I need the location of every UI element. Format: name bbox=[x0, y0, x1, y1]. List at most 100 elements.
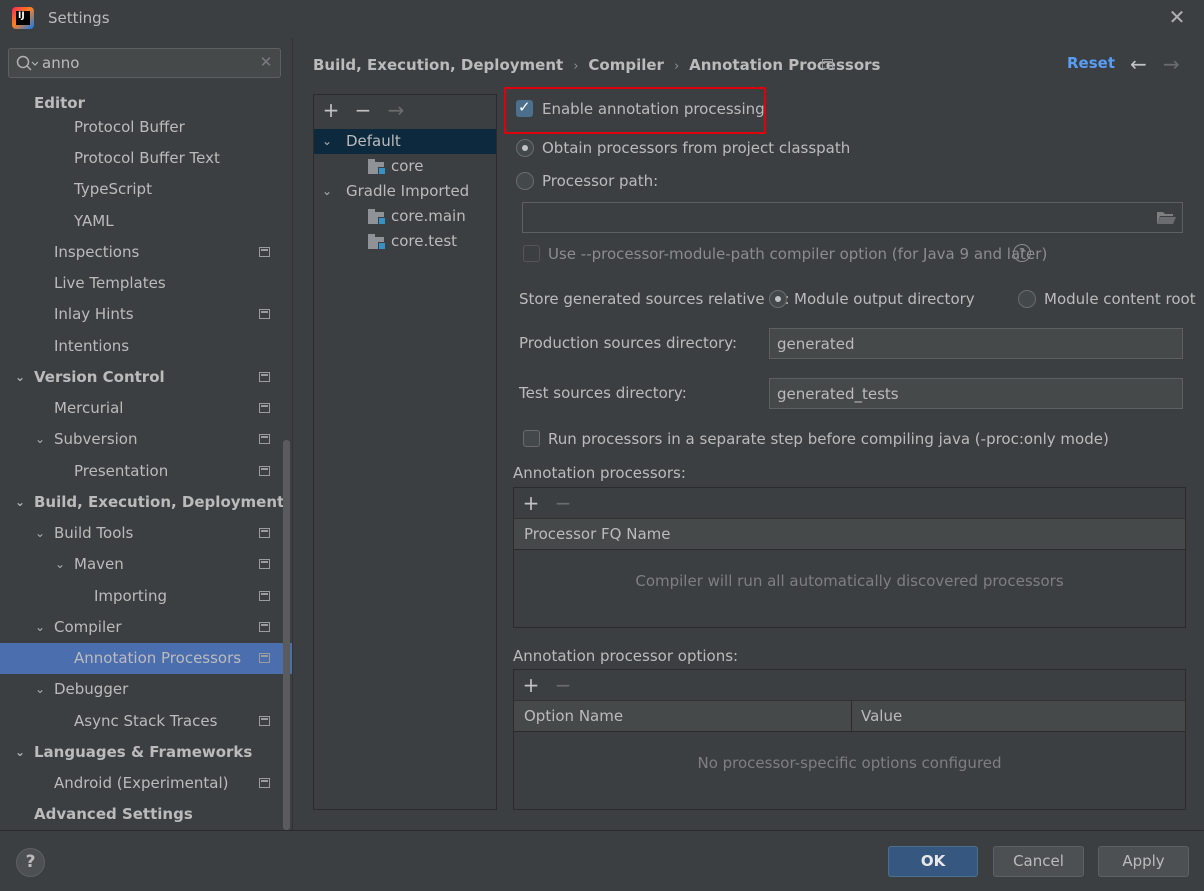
tree-item-android-experimental[interactable]: Android (Experimental) bbox=[0, 768, 292, 799]
tree-item-async-stack-traces[interactable]: Async Stack Traces bbox=[0, 706, 292, 737]
tree-item-advanced-settings[interactable]: Advanced Settings bbox=[0, 799, 292, 830]
tree-item-debugger[interactable]: ⌄ Debugger bbox=[0, 674, 292, 705]
tree-item-typescript[interactable]: TypeScript bbox=[0, 174, 292, 205]
remove-profile-icon[interactable]: − bbox=[351, 97, 375, 123]
help-question-icon[interactable]: ? bbox=[1013, 244, 1031, 262]
obtain-from-classpath-label[interactable]: Obtain processors from project classpath bbox=[542, 139, 850, 157]
cancel-button[interactable]: Cancel bbox=[993, 846, 1084, 877]
module-content-root-label[interactable]: Module content root bbox=[1044, 290, 1196, 308]
module-output-directory-radio[interactable] bbox=[769, 290, 787, 308]
module-output-directory-label[interactable]: Module output directory bbox=[794, 290, 975, 308]
tree-item-inspections[interactable]: Inspections bbox=[0, 237, 292, 268]
column-option-name[interactable]: Option Name bbox=[524, 701, 623, 732]
processor-path-label[interactable]: Processor path: bbox=[542, 172, 658, 190]
project-scope-icon bbox=[259, 528, 270, 538]
breadcrumb-compiler[interactable]: Compiler bbox=[588, 54, 664, 76]
tree-item-protocol-buffer[interactable]: Protocol Buffer bbox=[0, 112, 292, 143]
back-arrow-icon[interactable]: ← bbox=[1130, 52, 1147, 76]
tree-item-maven[interactable]: ⌄ Maven bbox=[0, 549, 292, 580]
run-separate-step-label[interactable]: Run processors in a separate step before… bbox=[548, 430, 1109, 448]
close-window-icon[interactable]: ✕ bbox=[1166, 6, 1188, 28]
profiles-panel: + − → ⌄ Default core ⌄ Gradle Imported c… bbox=[313, 94, 497, 810]
project-scope-icon bbox=[259, 247, 270, 257]
breadcrumb-separator: › bbox=[673, 59, 680, 74]
tree-item-importing[interactable]: Importing bbox=[0, 581, 292, 612]
pane-divider[interactable] bbox=[292, 38, 293, 830]
chevron-down-icon[interactable]: ⌄ bbox=[52, 549, 68, 580]
tree-item-mercurial[interactable]: Mercurial bbox=[0, 393, 292, 424]
tree-item-presentation[interactable]: Presentation bbox=[0, 456, 292, 487]
tree-item-live-templates[interactable]: Live Templates bbox=[0, 268, 292, 299]
breadcrumb-separator: › bbox=[573, 59, 579, 74]
tree-item-subversion[interactable]: ⌄ Subversion bbox=[0, 424, 292, 455]
profile-default[interactable]: ⌄ Default bbox=[314, 129, 496, 154]
annotation-processors-toolbar: + − bbox=[514, 488, 1185, 519]
clear-search-icon[interactable]: ✕ bbox=[257, 53, 275, 73]
add-profile-icon[interactable]: + bbox=[319, 97, 343, 123]
module-folder-icon bbox=[368, 159, 386, 175]
move-profile-icon: → bbox=[387, 98, 405, 122]
chevron-down-icon[interactable]: ⌄ bbox=[12, 487, 28, 518]
tree-item-label: YAML bbox=[74, 212, 114, 230]
breadcrumb-annotation-processors: Annotation Processors bbox=[689, 56, 881, 74]
search-input[interactable] bbox=[42, 53, 252, 73]
run-separate-step-checkbox[interactable] bbox=[523, 430, 540, 447]
production-sources-input[interactable] bbox=[769, 328, 1183, 359]
chevron-down-icon[interactable]: ⌄ bbox=[322, 179, 332, 204]
tree-item-label: Maven bbox=[74, 555, 124, 573]
project-scope-icon bbox=[259, 591, 270, 601]
tree-item-label: Annotation Processors bbox=[74, 649, 242, 667]
ok-button[interactable]: OK bbox=[888, 846, 978, 877]
add-option-icon[interactable]: + bbox=[519, 672, 543, 698]
chevron-down-icon[interactable]: ⌄ bbox=[32, 612, 48, 643]
reset-link[interactable]: Reset bbox=[1067, 54, 1115, 72]
tree-item-languages-frameworks[interactable]: ⌄ Languages & Frameworks bbox=[0, 737, 292, 768]
tree-item-label: Build Tools bbox=[54, 524, 134, 542]
tree-item-protocol-buffer-text[interactable]: Protocol Buffer Text bbox=[0, 143, 292, 174]
project-scope-icon bbox=[259, 778, 270, 788]
profile-module-core-test[interactable]: core.test bbox=[314, 229, 496, 254]
column-processor-fq-name[interactable]: Processor FQ Name bbox=[524, 519, 670, 550]
breadcrumb-build-execution-deployment[interactable]: Build, Execution, Deployment bbox=[313, 54, 563, 76]
column-separator[interactable] bbox=[851, 701, 852, 732]
tree-item-label: Subversion bbox=[54, 430, 138, 448]
settings-search-box[interactable]: ✕ bbox=[8, 48, 281, 78]
add-processor-icon[interactable]: + bbox=[519, 490, 543, 516]
search-icon bbox=[16, 55, 38, 71]
tree-item-yaml[interactable]: YAML bbox=[0, 206, 292, 237]
profile-module-core[interactable]: core bbox=[314, 154, 496, 179]
help-button[interactable]: ? bbox=[16, 848, 45, 877]
chevron-down-icon[interactable]: ⌄ bbox=[12, 362, 28, 393]
enable-annotation-processing-checkbox[interactable] bbox=[516, 98, 533, 117]
use-module-path-label: Use --processor-module-path compiler opt… bbox=[548, 245, 1048, 263]
test-sources-input[interactable] bbox=[769, 378, 1183, 409]
tree-item-version-control[interactable]: ⌄ Version Control bbox=[0, 362, 292, 393]
chevron-down-icon[interactable]: ⌄ bbox=[32, 518, 48, 549]
chevron-down-icon[interactable]: ⌄ bbox=[32, 424, 48, 455]
chevron-down-icon[interactable]: ⌄ bbox=[12, 737, 28, 768]
module-label: core.test bbox=[391, 232, 458, 250]
apply-button[interactable]: Apply bbox=[1098, 846, 1189, 877]
processor-path-field bbox=[522, 202, 1183, 233]
tree-item-annotation-processors[interactable]: Annotation Processors bbox=[0, 643, 292, 674]
table-header: Processor FQ Name bbox=[514, 519, 1185, 550]
chevron-down-icon[interactable]: ⌄ bbox=[32, 674, 48, 705]
chevron-down-icon[interactable]: ⌄ bbox=[322, 129, 332, 154]
project-scope-icon bbox=[259, 559, 270, 569]
processor-options-title: Annotation processor options: bbox=[513, 647, 739, 665]
tree-item-inlay-hints[interactable]: Inlay Hints bbox=[0, 299, 292, 330]
tree-item-label: Android (Experimental) bbox=[54, 774, 229, 792]
obtain-from-classpath-radio[interactable] bbox=[516, 139, 534, 157]
tree-item-label: Protocol Buffer Text bbox=[74, 149, 220, 167]
profile-module-core-main[interactable]: core.main bbox=[314, 204, 496, 229]
processor-path-radio[interactable] bbox=[516, 172, 534, 190]
tree-item-intentions[interactable]: Intentions bbox=[0, 331, 292, 362]
profile-gradle-imported[interactable]: ⌄ Gradle Imported bbox=[314, 179, 496, 204]
module-content-root-radio[interactable] bbox=[1018, 290, 1036, 308]
enable-annotation-processing-label[interactable]: Enable annotation processing bbox=[542, 100, 765, 118]
column-value[interactable]: Value bbox=[861, 701, 902, 732]
tree-scrollbar[interactable] bbox=[283, 440, 290, 830]
tree-item-compiler[interactable]: ⌄ Compiler bbox=[0, 612, 292, 643]
tree-item-build-execution-deployment[interactable]: ⌄ Build, Execution, Deployment bbox=[0, 487, 292, 518]
tree-item-build-tools[interactable]: ⌄ Build Tools bbox=[0, 518, 292, 549]
